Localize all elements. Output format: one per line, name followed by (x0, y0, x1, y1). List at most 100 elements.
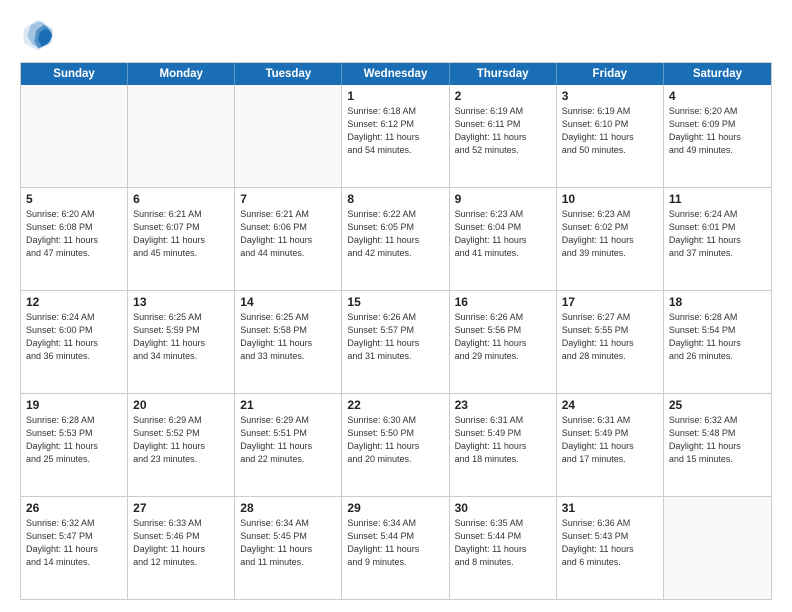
day-info: Sunrise: 6:29 AM Sunset: 5:51 PM Dayligh… (240, 414, 336, 466)
day-cell-31: 31 Sunrise: 6:36 AM Sunset: 5:43 PM Dayli… (557, 497, 664, 599)
day-cell-18: 18 Sunrise: 6:28 AM Sunset: 5:54 PM Dayli… (664, 291, 771, 393)
day-info: Sunrise: 6:34 AM Sunset: 5:45 PM Dayligh… (240, 517, 336, 569)
day-cell-23: 23Sunrise: 6:31 AM Sunset: 5:49 PM Dayli… (450, 394, 557, 496)
day-cell-26: 26 Sunrise: 6:32 AM Sunset: 5:47 PM Dayli… (21, 497, 128, 599)
calendar-week-4: 19Sunrise: 6:28 AM Sunset: 5:53 PM Dayli… (21, 394, 771, 497)
day-number: 9 (455, 192, 551, 206)
day-info: Sunrise: 6:21 AM Sunset: 6:06 PM Dayligh… (240, 208, 336, 260)
day-cell-empty (235, 85, 342, 187)
header-day-monday: Monday (128, 63, 235, 85)
day-cell-empty (664, 497, 771, 599)
day-cell-8: 8 Sunrise: 6:22 AM Sunset: 6:05 PM Daylig… (342, 188, 449, 290)
day-number: 31 (562, 501, 658, 515)
day-info: Sunrise: 6:19 AM Sunset: 6:11 PM Dayligh… (455, 105, 551, 157)
day-number: 29 (347, 501, 443, 515)
day-number: 15 (347, 295, 443, 309)
header-day-saturday: Saturday (664, 63, 771, 85)
day-info: Sunrise: 6:28 AM Sunset: 5:54 PM Dayligh… (669, 311, 766, 363)
day-number: 26 (26, 501, 122, 515)
day-cell-10: 10 Sunrise: 6:23 AM Sunset: 6:02 PM Dayli… (557, 188, 664, 290)
day-number: 22 (347, 398, 443, 412)
day-info: Sunrise: 6:27 AM Sunset: 5:55 PM Dayligh… (562, 311, 658, 363)
day-info: Sunrise: 6:35 AM Sunset: 5:44 PM Dayligh… (455, 517, 551, 569)
day-number: 7 (240, 192, 336, 206)
day-cell-25: 25 Sunrise: 6:32 AM Sunset: 5:48 PM Dayli… (664, 394, 771, 496)
day-cell-5: 5Sunrise: 6:20 AM Sunset: 6:08 PM Daylig… (21, 188, 128, 290)
day-number: 24 (562, 398, 658, 412)
calendar: SundayMondayTuesdayWednesdayThursdayFrid… (20, 62, 772, 600)
day-cell-16: 16 Sunrise: 6:26 AM Sunset: 5:56 PM Dayli… (450, 291, 557, 393)
day-info: Sunrise: 6:25 AM Sunset: 5:59 PM Dayligh… (133, 311, 229, 363)
day-number: 16 (455, 295, 551, 309)
day-number: 18 (669, 295, 766, 309)
header-day-tuesday: Tuesday (235, 63, 342, 85)
day-info: Sunrise: 6:23 AM Sunset: 6:02 PM Dayligh… (562, 208, 658, 260)
day-number: 6 (133, 192, 229, 206)
day-cell-20: 20 Sunrise: 6:29 AM Sunset: 5:52 PM Dayli… (128, 394, 235, 496)
header-day-thursday: Thursday (450, 63, 557, 85)
day-cell-28: 28 Sunrise: 6:34 AM Sunset: 5:45 PM Dayli… (235, 497, 342, 599)
day-info: Sunrise: 6:28 AM Sunset: 5:53 PM Dayligh… (26, 414, 122, 466)
day-cell-27: 27Sunrise: 6:33 AM Sunset: 5:46 PM Dayli… (128, 497, 235, 599)
day-cell-4: 4Sunrise: 6:20 AM Sunset: 6:09 PM Daylig… (664, 85, 771, 187)
day-info: Sunrise: 6:22 AM Sunset: 6:05 PM Dayligh… (347, 208, 443, 260)
calendar-week-1: 1Sunrise: 6:18 AM Sunset: 6:12 PM Daylig… (21, 85, 771, 188)
day-number: 28 (240, 501, 336, 515)
day-number: 10 (562, 192, 658, 206)
header-day-sunday: Sunday (21, 63, 128, 85)
day-cell-24: 24 Sunrise: 6:31 AM Sunset: 5:49 PM Dayli… (557, 394, 664, 496)
day-info: Sunrise: 6:34 AM Sunset: 5:44 PM Dayligh… (347, 517, 443, 569)
day-cell-15: 15 Sunrise: 6:26 AM Sunset: 5:57 PM Dayli… (342, 291, 449, 393)
day-number: 21 (240, 398, 336, 412)
day-info: Sunrise: 6:26 AM Sunset: 5:56 PM Dayligh… (455, 311, 551, 363)
day-info: Sunrise: 6:21 AM Sunset: 6:07 PM Dayligh… (133, 208, 229, 260)
day-info: Sunrise: 6:32 AM Sunset: 5:48 PM Dayligh… (669, 414, 766, 466)
day-number: 25 (669, 398, 766, 412)
day-number: 17 (562, 295, 658, 309)
day-number: 2 (455, 89, 551, 103)
logo (20, 16, 60, 52)
header (20, 16, 772, 52)
calendar-body: 1Sunrise: 6:18 AM Sunset: 6:12 PM Daylig… (21, 85, 771, 599)
day-number: 12 (26, 295, 122, 309)
calendar-week-5: 26 Sunrise: 6:32 AM Sunset: 5:47 PM Dayli… (21, 497, 771, 599)
day-number: 3 (562, 89, 658, 103)
day-cell-1: 1Sunrise: 6:18 AM Sunset: 6:12 PM Daylig… (342, 85, 449, 187)
day-cell-11: 11 Sunrise: 6:24 AM Sunset: 6:01 PM Dayli… (664, 188, 771, 290)
day-info: Sunrise: 6:31 AM Sunset: 5:49 PM Dayligh… (562, 414, 658, 466)
day-cell-9: 9Sunrise: 6:23 AM Sunset: 6:04 PM Daylig… (450, 188, 557, 290)
day-cell-29: 29 Sunrise: 6:34 AM Sunset: 5:44 PM Dayli… (342, 497, 449, 599)
calendar-week-3: 12 Sunrise: 6:24 AM Sunset: 6:00 PM Dayli… (21, 291, 771, 394)
calendar-header: SundayMondayTuesdayWednesdayThursdayFrid… (21, 63, 771, 85)
logo-icon (20, 16, 56, 52)
day-number: 23 (455, 398, 551, 412)
day-number: 20 (133, 398, 229, 412)
day-cell-12: 12 Sunrise: 6:24 AM Sunset: 6:00 PM Dayli… (21, 291, 128, 393)
day-number: 14 (240, 295, 336, 309)
day-info: Sunrise: 6:24 AM Sunset: 6:01 PM Dayligh… (669, 208, 766, 260)
day-cell-14: 14 Sunrise: 6:25 AM Sunset: 5:58 PM Dayli… (235, 291, 342, 393)
day-cell-empty (128, 85, 235, 187)
day-cell-22: 22Sunrise: 6:30 AM Sunset: 5:50 PM Dayli… (342, 394, 449, 496)
day-info: Sunrise: 6:36 AM Sunset: 5:43 PM Dayligh… (562, 517, 658, 569)
day-cell-19: 19Sunrise: 6:28 AM Sunset: 5:53 PM Dayli… (21, 394, 128, 496)
day-number: 4 (669, 89, 766, 103)
day-info: Sunrise: 6:24 AM Sunset: 6:00 PM Dayligh… (26, 311, 122, 363)
day-cell-30: 30Sunrise: 6:35 AM Sunset: 5:44 PM Dayli… (450, 497, 557, 599)
day-cell-2: 2 Sunrise: 6:19 AM Sunset: 6:11 PM Daylig… (450, 85, 557, 187)
day-info: Sunrise: 6:29 AM Sunset: 5:52 PM Dayligh… (133, 414, 229, 466)
day-cell-21: 21 Sunrise: 6:29 AM Sunset: 5:51 PM Dayli… (235, 394, 342, 496)
day-cell-17: 17 Sunrise: 6:27 AM Sunset: 5:55 PM Dayli… (557, 291, 664, 393)
day-info: Sunrise: 6:19 AM Sunset: 6:10 PM Dayligh… (562, 105, 658, 157)
day-info: Sunrise: 6:25 AM Sunset: 5:58 PM Dayligh… (240, 311, 336, 363)
day-number: 13 (133, 295, 229, 309)
day-number: 11 (669, 192, 766, 206)
day-number: 27 (133, 501, 229, 515)
page: SundayMondayTuesdayWednesdayThursdayFrid… (0, 0, 792, 612)
day-number: 8 (347, 192, 443, 206)
calendar-week-2: 5Sunrise: 6:20 AM Sunset: 6:08 PM Daylig… (21, 188, 771, 291)
day-cell-13: 13 Sunrise: 6:25 AM Sunset: 5:59 PM Dayli… (128, 291, 235, 393)
day-info: Sunrise: 6:32 AM Sunset: 5:47 PM Dayligh… (26, 517, 122, 569)
day-number: 5 (26, 192, 122, 206)
day-info: Sunrise: 6:26 AM Sunset: 5:57 PM Dayligh… (347, 311, 443, 363)
